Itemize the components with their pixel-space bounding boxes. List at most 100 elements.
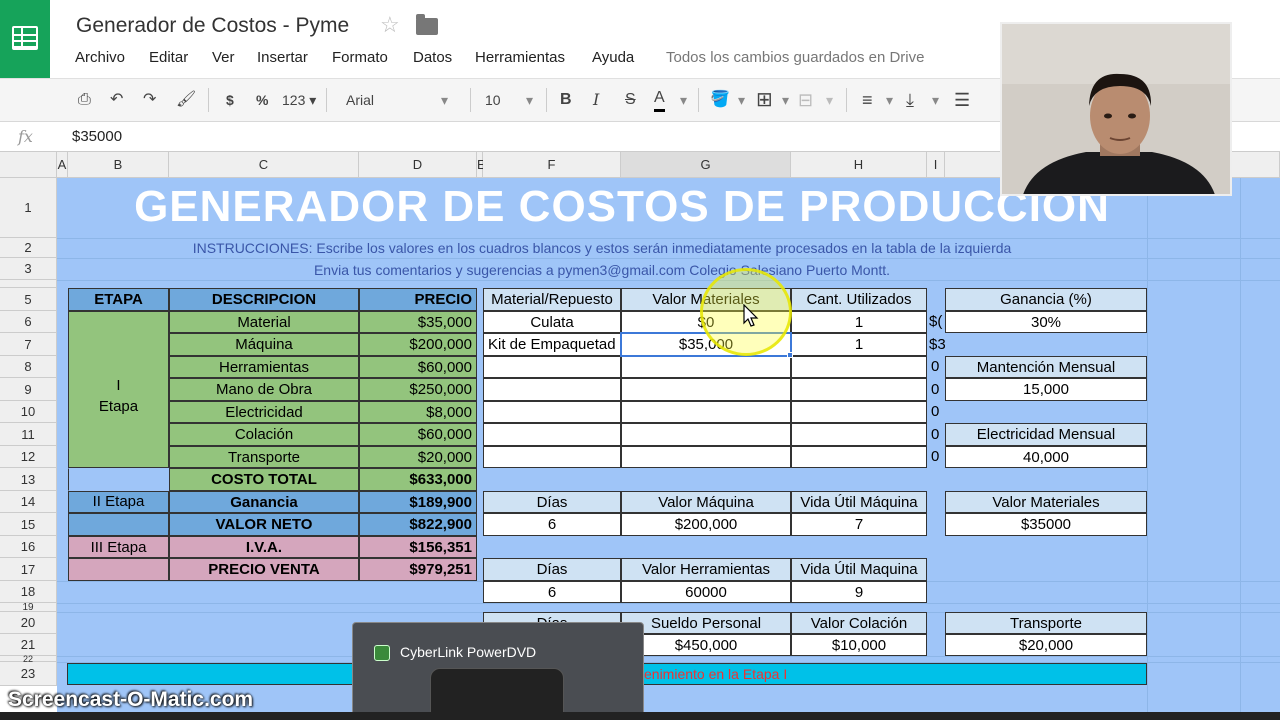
maq-dias[interactable]: 6 [483,513,621,536]
row-header-5[interactable]: 5 [0,288,57,311]
per-colacion[interactable]: $10,000 [791,634,927,656]
material-row-2[interactable]: Kit de Empaquetad [483,333,621,356]
desc-colacion[interactable]: Colación [169,423,359,446]
row-header-12[interactable]: 12 [0,446,57,468]
desc-electricidad[interactable]: Electricidad [169,401,359,423]
valor-row-3[interactable] [621,356,791,378]
costo-total-label[interactable]: COSTO TOTAL [169,468,359,491]
mantencion-label[interactable]: Mantención Mensual [945,356,1147,378]
valor-row-4[interactable] [621,378,791,401]
i-cell-7[interactable]: $3 [929,336,946,353]
desc-mano-de-obra[interactable]: Mano de Obra [169,378,359,401]
header-precio[interactable]: PRECIO [359,288,477,311]
price-material[interactable]: $35,000 [359,311,477,333]
text-color-button[interactable]: A [654,88,665,112]
price-transporte[interactable]: $20,000 [359,446,477,468]
i-cell-12[interactable]: 0 [931,448,939,465]
iva-value[interactable]: $156,351 [359,536,477,558]
valor-materiales-value[interactable]: $35000 [945,513,1147,536]
row-header-2[interactable]: 2 [0,238,57,258]
row-header-4[interactable] [0,280,57,288]
desc-herramientas[interactable]: Herramientas [169,356,359,378]
menu-insertar[interactable]: Insertar [257,49,308,66]
borders-dropdown-icon[interactable]: ▾ [782,88,789,112]
row-header-20[interactable]: 20 [0,612,57,634]
her-valor[interactable]: 60000 [621,581,791,603]
i-cell-6[interactable]: $( [929,313,942,330]
column-header-f[interactable]: F [483,152,621,178]
print-icon[interactable]: ⎙ [78,88,91,112]
formula-input[interactable]: $35000 [72,128,122,145]
per-header-colacion[interactable]: Valor Colación [791,612,927,634]
row-header-16[interactable]: 16 [0,536,57,558]
column-header-a[interactable]: A [57,152,68,178]
etapa-2-cell[interactable]: II Etapa [68,491,169,513]
mantencion-input[interactable]: 15,000 [945,378,1147,401]
cant-row-6[interactable] [791,423,927,446]
paint-format-icon[interactable]: 🖌 [176,88,196,112]
percent-format-button[interactable]: % [256,88,268,112]
etapa-3-cell[interactable]: III Etapa [68,536,169,558]
her-vida[interactable]: 9 [791,581,927,603]
desc-maquina[interactable]: Máquina [169,333,359,356]
transporte-label[interactable]: Transporte [945,612,1147,634]
folder-icon[interactable] [416,14,438,35]
row-header-9[interactable]: 9 [0,378,57,401]
row-header-3[interactable]: 3 [0,258,57,280]
cant-row-7[interactable] [791,446,927,468]
material-row-7[interactable] [483,446,621,468]
row-header-11[interactable]: 11 [0,423,57,446]
cant-row-4[interactable] [791,378,927,401]
wrap-text-icon[interactable]: ☰ [954,88,970,112]
valor-neto-label[interactable]: VALOR NETO [169,513,359,536]
undo-icon[interactable]: ↶ [110,88,123,112]
material-row-5[interactable] [483,401,621,423]
precio-venta-label[interactable]: PRECIO VENTA [169,558,359,581]
menu-editar[interactable]: Editar [149,49,188,66]
menu-herramientas[interactable]: Herramientas [475,49,565,66]
bold-button[interactable]: B [560,88,572,112]
i-cell-10[interactable]: 0 [931,403,939,420]
font-size-select[interactable]: 10 ▾ [485,88,537,112]
column-header-b[interactable]: B [68,152,169,178]
fill-handle[interactable] [787,352,793,358]
row-header-18[interactable]: 18 [0,581,57,603]
i-cell-9[interactable]: 0 [931,381,939,398]
font-select[interactable]: Arial ▾ [346,88,452,112]
costo-total-value[interactable]: $633,000 [359,468,477,491]
menu-ver[interactable]: Ver [212,49,235,66]
valign-dropdown-icon[interactable]: ▾ [932,88,939,112]
maq-header-vida[interactable]: Vida Útil Máquina [791,491,927,513]
redo-icon[interactable]: ↷ [143,88,156,112]
align-icon[interactable]: ≡ [862,88,873,112]
material-row-6[interactable] [483,423,621,446]
desc-transporte[interactable]: Transporte [169,446,359,468]
header-material-repuesto[interactable]: Material/Repuesto [483,288,621,311]
empty-b17[interactable] [68,558,169,581]
column-header-g[interactable]: G [621,152,791,178]
iva-label[interactable]: I.V.A. [169,536,359,558]
material-row-1[interactable]: Culata [483,311,621,333]
cant-row-1[interactable]: 1 [791,311,927,333]
etapa-1-cell[interactable]: I Etapa [68,311,169,468]
strikethrough-button[interactable]: S [625,88,636,112]
electricidad-label[interactable]: Electricidad Mensual [945,423,1147,446]
maq-header-valor[interactable]: Valor Máquina [621,491,791,513]
valor-row-7[interactable] [621,446,791,468]
row-header-10[interactable]: 10 [0,401,57,423]
material-row-3[interactable] [483,356,621,378]
star-icon[interactable]: ☆ [380,12,400,38]
valign-icon[interactable]: ⤓ [906,88,914,112]
sheets-logo-icon[interactable] [0,0,50,78]
row-header-19[interactable]: 19 [0,602,57,613]
ganancia-pct-label[interactable]: Ganancia (%) [945,288,1147,311]
menu-ayuda[interactable]: Ayuda [592,49,634,66]
maq-header-dias[interactable]: Días [483,491,621,513]
text-color-dropdown-icon[interactable]: ▾ [680,88,687,112]
ganancia-pct-input[interactable]: 30% [945,311,1147,333]
cant-row-5[interactable] [791,401,927,423]
column-header-d[interactable]: D [359,152,477,178]
header-descripcion[interactable]: DESCRIPCION [169,288,359,311]
header-etapa[interactable]: ETAPA [68,288,169,311]
i-cell-8[interactable]: 0 [931,358,939,375]
